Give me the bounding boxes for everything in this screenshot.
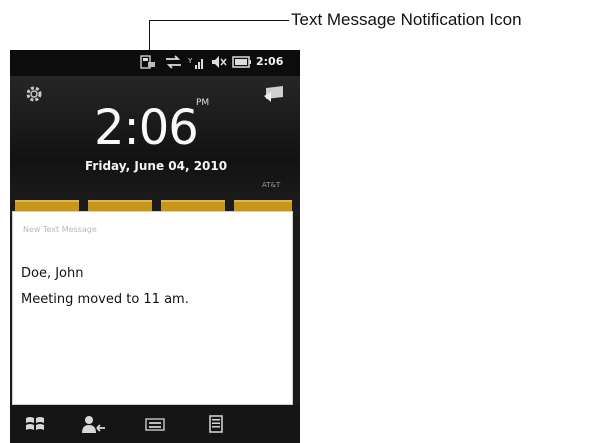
home-clock: 2:06: [94, 100, 199, 156]
signal-strength-icon: Y: [188, 57, 203, 69]
data-sync-icon: [166, 55, 181, 69]
home-date: Friday, June 04, 2010: [85, 159, 228, 173]
text-message-popup[interactable]: New Text Message Doe, John Meeting moved…: [12, 211, 293, 405]
settings-gear-icon[interactable]: [24, 84, 44, 104]
home-screen: 2:06 PM Friday, June 04, 2010 AT&T: [10, 76, 300, 216]
callout-leader-horizontal: [149, 20, 289, 21]
popup-sender: Doe, John: [21, 266, 84, 281]
svg-text:Y: Y: [188, 57, 193, 65]
speaker-muted-icon: [212, 56, 227, 68]
start-flag-icon[interactable]: [263, 84, 287, 104]
callout-label: Text Message Notification Icon: [291, 10, 522, 29]
status-bar-time: 2:06: [256, 55, 284, 68]
contacts-icon[interactable]: [80, 414, 106, 434]
battery-icon: [232, 56, 251, 68]
text-message-notification-icon[interactable]: [140, 55, 156, 69]
popup-message-body: Meeting moved to 11 am.: [21, 292, 189, 307]
carrier-label: AT&T: [262, 181, 281, 189]
home-clock-ampm: PM: [196, 98, 210, 108]
status-bar[interactable]: Y 2:06: [10, 50, 300, 76]
popup-header: New Text Message: [23, 225, 97, 234]
phone-screen: Y 2:06 2:06 PM Friday, June 04, 2010 AT&…: [10, 50, 300, 443]
soft-key-bar: [10, 405, 300, 443]
callout-leader-vertical: [149, 20, 150, 54]
keyboard-icon[interactable]: [144, 414, 166, 434]
menu-list-icon[interactable]: [205, 414, 227, 434]
windows-start-icon[interactable]: [24, 414, 46, 434]
